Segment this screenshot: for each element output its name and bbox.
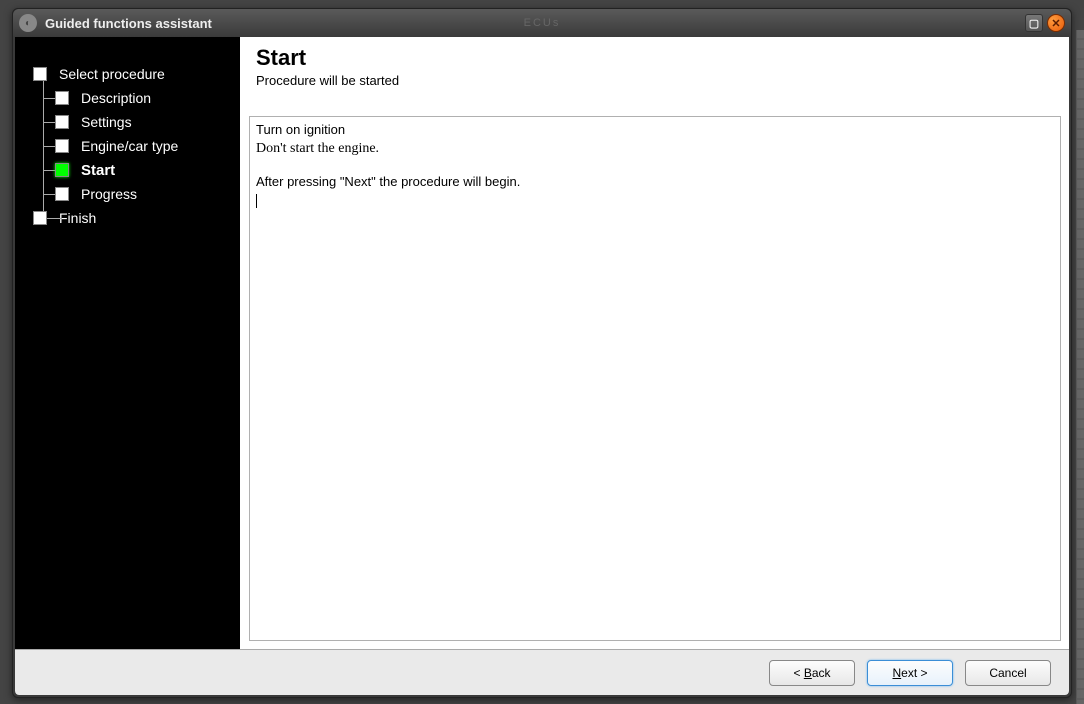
step-marker-icon (33, 67, 47, 81)
main-split: Select procedure Description Settings En… (15, 37, 1069, 649)
step-select-procedure[interactable]: Select procedure (33, 62, 230, 86)
close-button[interactable]: ✕ (1047, 14, 1065, 32)
maximize-button[interactable]: ▢ (1025, 14, 1043, 32)
back-button[interactable]: < Back (769, 660, 855, 686)
step-marker-icon (55, 187, 69, 201)
titlebar[interactable]: ◐ Guided functions assistant ECUs ▢ ✕ (13, 9, 1071, 37)
step-label: Finish (59, 210, 96, 226)
step-label: Start (81, 162, 115, 179)
step-label: Engine/car type (81, 138, 178, 154)
step-label: Select procedure (59, 66, 165, 82)
wizard-footer: < Back Next > Cancel (15, 649, 1069, 695)
page-header: Start Procedure will be started (241, 37, 1069, 98)
step-label: Description (81, 90, 151, 106)
background-scrollbar (1076, 30, 1084, 704)
step-label: Progress (81, 186, 137, 202)
background-app-hint: ECUs (524, 17, 561, 29)
next-button[interactable]: Next > (867, 660, 953, 686)
step-marker-icon (55, 139, 69, 153)
wizard-page: Start Procedure will be started Turn on … (240, 37, 1069, 649)
step-finish[interactable]: Finish (33, 206, 230, 230)
page-title: Start (256, 45, 1054, 71)
instruction-line: Don't start the engine. (256, 139, 1054, 159)
step-settings[interactable]: Settings (33, 110, 230, 134)
step-label: Settings (81, 114, 132, 130)
page-subtitle: Procedure will be started (256, 73, 1054, 88)
cancel-button[interactable]: Cancel (965, 660, 1051, 686)
step-marker-icon (55, 115, 69, 129)
step-marker-icon (33, 211, 47, 225)
step-marker-current-icon (55, 163, 69, 177)
wizard-window: ◐ Guided functions assistant ECUs ▢ ✕ Se… (12, 8, 1072, 698)
instruction-textbox[interactable]: Turn on ignition Don't start the engine.… (249, 116, 1061, 641)
app-icon: ◐ (19, 14, 37, 32)
instruction-line: After pressing "Next" the procedure will… (256, 173, 1054, 191)
wizard-steps-sidebar: Select procedure Description Settings En… (15, 37, 240, 649)
step-engine-car-type[interactable]: Engine/car type (33, 134, 230, 158)
text-cursor (256, 194, 257, 208)
window-title: Guided functions assistant (45, 16, 212, 31)
step-marker-icon (55, 91, 69, 105)
content-wrap: Select procedure Description Settings En… (15, 37, 1069, 695)
step-progress[interactable]: Progress (33, 182, 230, 206)
step-description[interactable]: Description (33, 86, 230, 110)
step-start[interactable]: Start (33, 158, 230, 182)
instruction-line: Turn on ignition (256, 121, 1054, 139)
